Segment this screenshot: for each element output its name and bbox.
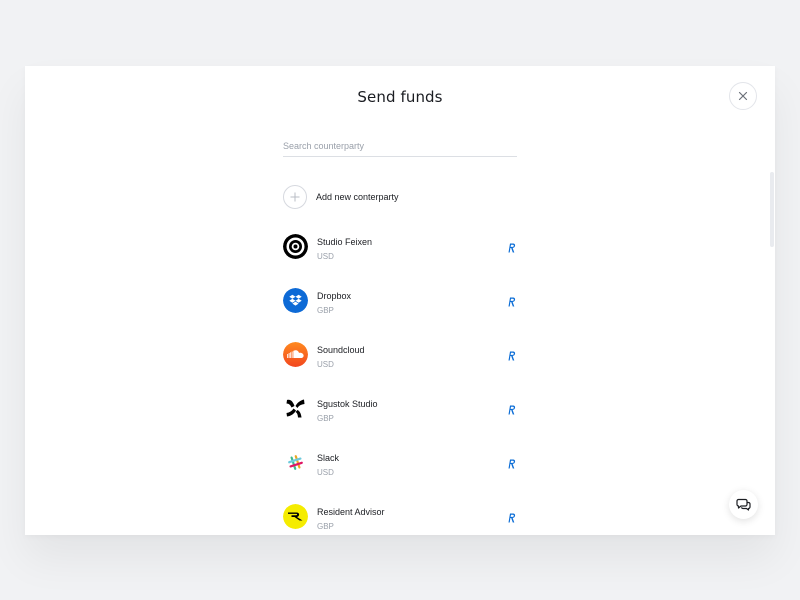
add-new-counterparty-button[interactable]: Add new conterparty bbox=[283, 184, 517, 210]
counterparty-currency: GBP bbox=[317, 306, 334, 315]
counterparty-row-slack[interactable]: Slack USD bbox=[283, 450, 517, 504]
counterparty-row-studio-feixen[interactable]: Studio Feixen USD bbox=[283, 234, 517, 288]
soundcloud-logo-icon bbox=[283, 342, 308, 367]
counterparty-name: Soundcloud bbox=[317, 345, 365, 355]
dropbox-logo-icon bbox=[283, 288, 308, 313]
close-icon bbox=[738, 91, 748, 101]
counterparty-currency: GBP bbox=[317, 522, 334, 531]
counterparty-name: Sgustok Studio bbox=[317, 399, 378, 409]
revolut-r-icon bbox=[508, 513, 516, 523]
plus-icon bbox=[283, 185, 307, 209]
counterparty-name: Resident Advisor bbox=[317, 507, 385, 517]
counterparty-currency: USD bbox=[317, 252, 334, 261]
counterparty-currency: GBP bbox=[317, 414, 334, 423]
revolut-r-icon bbox=[508, 459, 516, 469]
revolut-r-icon bbox=[508, 351, 516, 361]
revolut-r-icon bbox=[508, 243, 516, 253]
close-button[interactable] bbox=[729, 82, 757, 110]
counterparty-row-sgustok-studio[interactable]: Sgustok Studio GBP bbox=[283, 396, 517, 450]
sgustok-logo-icon bbox=[283, 396, 308, 421]
chat-bubbles-icon bbox=[736, 498, 751, 511]
counterparty-name: Studio Feixen bbox=[317, 237, 373, 247]
counterparty-currency: USD bbox=[317, 468, 334, 477]
revolut-r-icon bbox=[508, 297, 516, 307]
add-new-counterparty-label: Add new conterparty bbox=[316, 192, 399, 202]
revolut-r-icon bbox=[508, 405, 516, 415]
search-counterparty-input[interactable] bbox=[283, 136, 517, 157]
chat-button[interactable] bbox=[729, 490, 758, 519]
target-logo-icon bbox=[283, 234, 308, 259]
counterparty-name: Slack bbox=[317, 453, 340, 463]
ra-logo-icon bbox=[283, 504, 308, 529]
scrollbar-thumb[interactable] bbox=[770, 172, 774, 247]
counterparty-list: Studio Feixen USD Dropbox GBP Soundcloud… bbox=[283, 234, 517, 535]
counterparty-row-dropbox[interactable]: Dropbox GBP bbox=[283, 288, 517, 342]
counterparty-name: Dropbox bbox=[317, 291, 352, 301]
counterparty-row-soundcloud[interactable]: Soundcloud USD bbox=[283, 342, 517, 396]
modal-title: Send funds bbox=[357, 88, 443, 106]
slack-logo-icon bbox=[283, 450, 308, 475]
counterparty-row-resident-advisor[interactable]: Resident Advisor GBP bbox=[283, 504, 517, 535]
counterparty-currency: USD bbox=[317, 360, 334, 369]
send-funds-modal: Send funds Add new conterparty bbox=[25, 66, 775, 535]
